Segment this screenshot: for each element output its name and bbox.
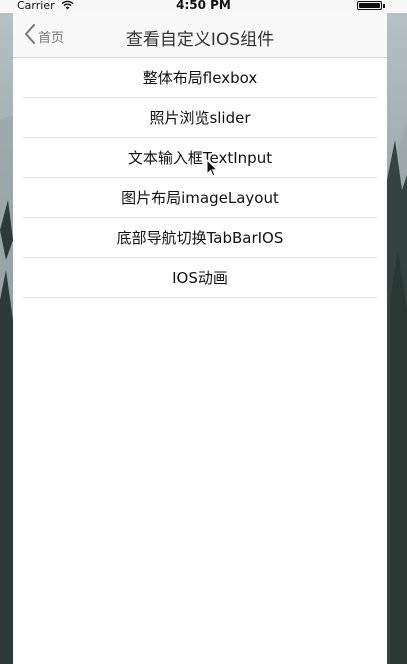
- list-item[interactable]: 文本输入框TextInput: [23, 138, 377, 178]
- list-item[interactable]: 照片浏览slider: [23, 98, 377, 138]
- list-item-label: 照片浏览slider: [149, 109, 251, 127]
- list-item[interactable]: 整体布局flexbox: [23, 58, 377, 98]
- component-list: 整体布局flexbox 照片浏览slider 文本输入框TextInput 图片…: [13, 58, 387, 298]
- app-screen: 首页 查看自定义IOS组件 整体布局flexbox 照片浏览slider 文本输…: [13, 13, 387, 664]
- list-item[interactable]: IOS动画: [23, 258, 377, 298]
- list-item[interactable]: 底部导航切换TabBarIOS: [23, 218, 377, 258]
- list-item-label: 文本输入框TextInput: [127, 149, 273, 167]
- mouse-pointer-icon: [206, 158, 219, 181]
- list-item-label: 图片布局imageLayout: [121, 189, 279, 207]
- list-item-label: 底部导航切换TabBarIOS: [116, 229, 284, 247]
- navigation-bar: 首页 查看自定义IOS组件: [13, 13, 387, 58]
- status-bar: Carrier 4:50 PM: [0, 0, 407, 13]
- list-item-label: IOS动画: [172, 269, 228, 287]
- battery-icon: [357, 1, 382, 10]
- list-item-label: 整体布局flexbox: [142, 69, 258, 87]
- page-title: 查看自定义IOS组件: [125, 30, 275, 50]
- battery-tip: [383, 4, 385, 8]
- status-time: 4:50 PM: [176, 0, 231, 12]
- list-item[interactable]: 图片布局imageLayout: [23, 178, 377, 218]
